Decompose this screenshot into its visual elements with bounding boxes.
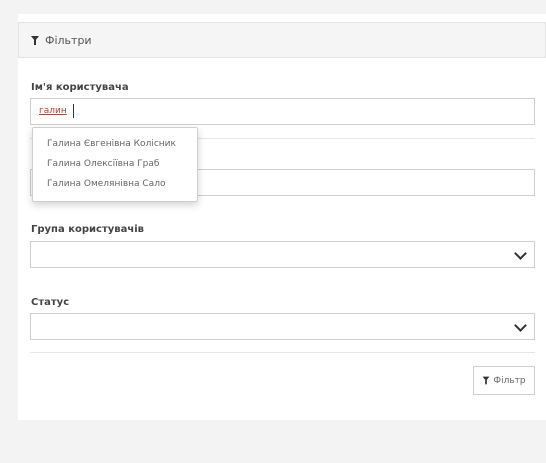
user-group-select[interactable]	[30, 241, 535, 268]
filters-panel: Фільтри Ім'я користувача галин Група кор…	[18, 14, 546, 420]
autocomplete-item[interactable]: Галина Олексіївна Граб	[33, 154, 197, 174]
username-label: Ім'я користувача	[31, 82, 129, 93]
filter-button[interactable]: Фільтр	[473, 366, 535, 395]
filter-button-label: Фільтр	[493, 375, 526, 386]
chevron-down-icon	[514, 247, 527, 260]
divider	[30, 352, 535, 353]
username-input[interactable]: галин	[30, 98, 535, 125]
autocomplete-item[interactable]: Галина Омелянівна Сало	[33, 174, 197, 194]
username-input-value: галин	[39, 106, 67, 116]
filters-panel-title: Фільтри	[45, 33, 92, 47]
status-select[interactable]	[30, 313, 535, 340]
text-caret	[73, 104, 74, 118]
autocomplete-dropdown: Галина Євгенівна Колісник Галина Олексії…	[32, 127, 198, 202]
user-group-label: Група користувачів	[31, 224, 144, 235]
chevron-down-icon	[514, 319, 527, 332]
funnel-icon	[482, 376, 490, 385]
filters-panel-header: Фільтри	[18, 22, 546, 58]
status-label: Статус	[31, 297, 70, 308]
autocomplete-item[interactable]: Галина Євгенівна Колісник	[33, 134, 197, 154]
funnel-icon	[31, 35, 39, 45]
